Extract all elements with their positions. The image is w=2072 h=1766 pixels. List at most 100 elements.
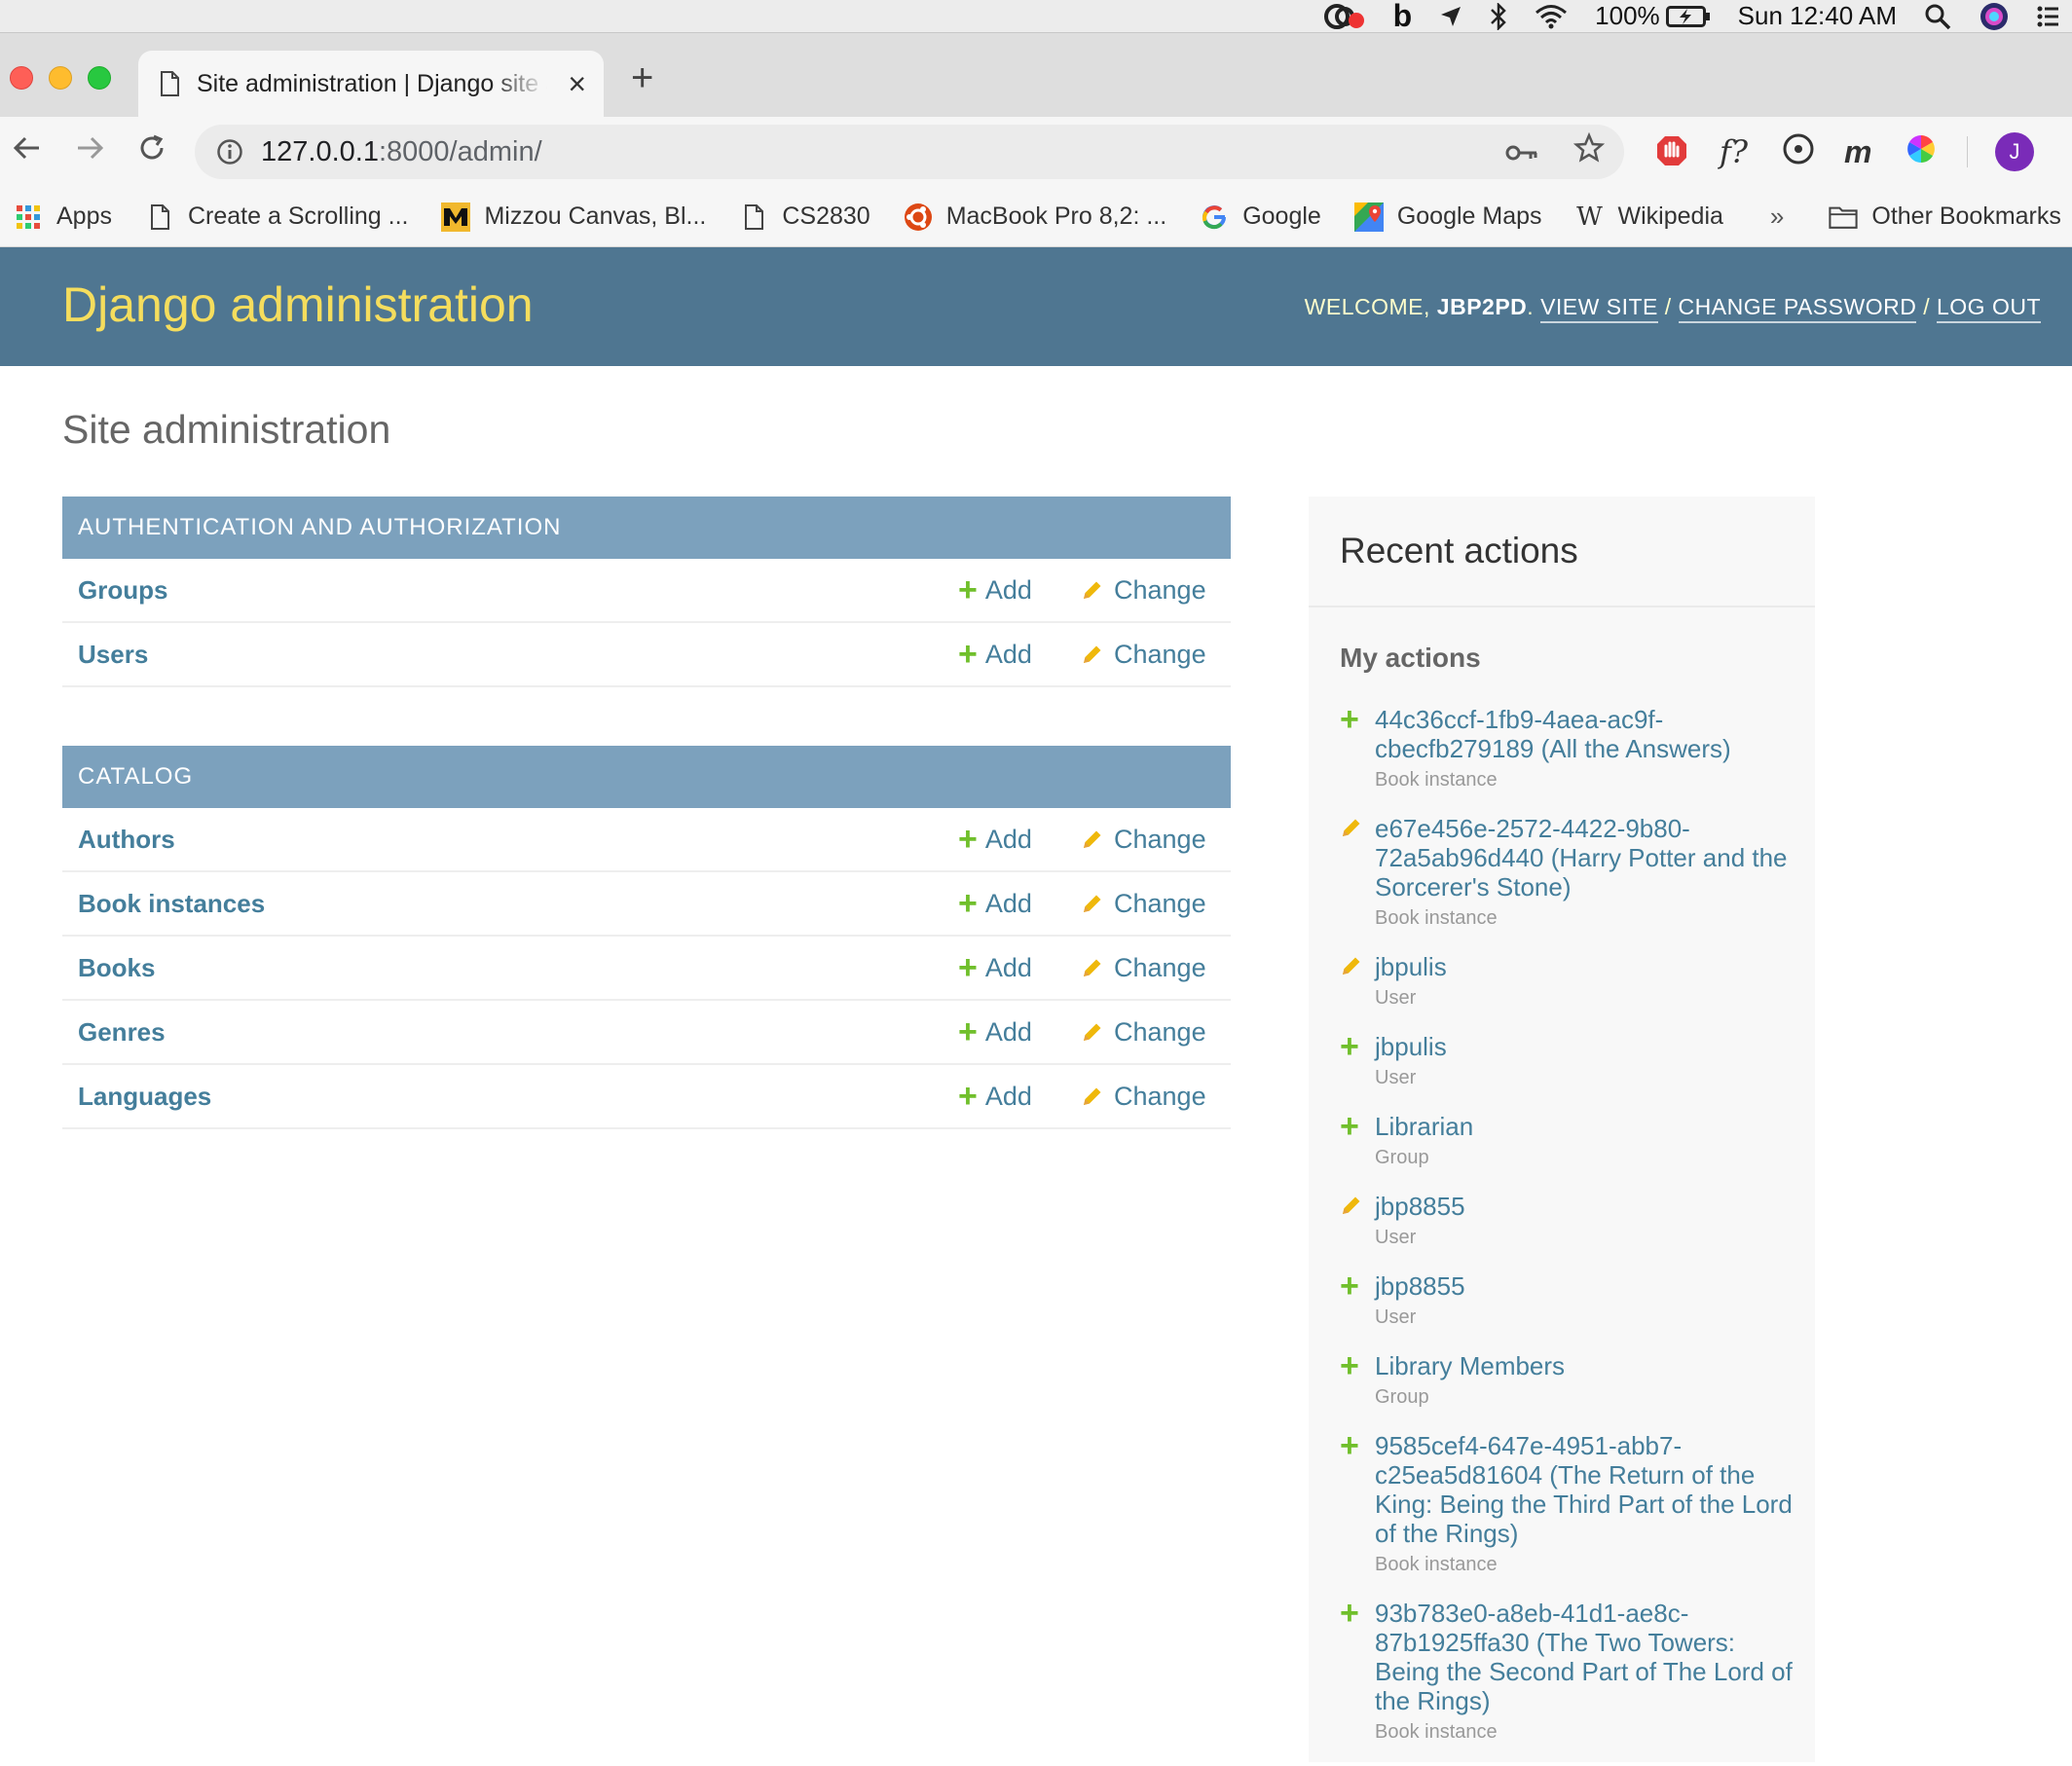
bookmarks-overflow-button[interactable]: » — [1770, 202, 1784, 232]
pencil-icon — [1340, 816, 1363, 844]
change-label: Change — [1114, 1016, 1206, 1047]
apps-grid-icon — [14, 202, 43, 232]
model-link-languages[interactable]: Languages — [78, 1082, 211, 1112]
app-module-auth: Authentication and Authorization Groups … — [62, 497, 1231, 687]
wifi-icon[interactable] — [1535, 0, 1568, 33]
add-authors-link[interactable]: + Add — [958, 823, 1032, 856]
site-info-icon[interactable] — [216, 138, 243, 166]
bookmark-create-scrolling[interactable]: Create a Scrolling ... — [145, 202, 408, 232]
add-users-link[interactable]: + Add — [958, 638, 1032, 671]
change-groups-link[interactable]: Change — [1081, 575, 1206, 606]
browser-tab-strip: Site administration | Django site admin … — [0, 33, 2072, 117]
change-books-link[interactable]: Change — [1081, 953, 1206, 983]
new-tab-button[interactable]: + — [631, 58, 653, 97]
bookmarks-bar: Apps Create a Scrolling ... Mizzou Canva… — [0, 187, 2072, 247]
site-branding[interactable]: Django administration — [62, 276, 534, 333]
recent-action-link[interactable]: jbpulis — [1375, 1032, 1797, 1061]
window-minimize-button[interactable] — [49, 66, 72, 90]
change-authors-link[interactable]: Change — [1081, 825, 1206, 855]
browser-tab-active[interactable]: Site administration | Django site admin … — [138, 51, 604, 117]
window-close-button[interactable] — [10, 66, 33, 90]
back-button[interactable] — [12, 132, 43, 172]
menubar-clock[interactable]: Sun 12:40 AM — [1738, 0, 1897, 33]
bookmark-google[interactable]: Google — [1200, 202, 1321, 232]
recent-action-link[interactable]: 44c36ccf-1fb9-4aea-ac9f-cbecfb279189 (Al… — [1375, 705, 1797, 763]
battery-percent: 100% — [1595, 1, 1660, 30]
recent-action-link[interactable]: jbpulis — [1375, 952, 1797, 981]
recent-action-type: User — [1375, 987, 1417, 1009]
view-site-link[interactable]: View site — [1540, 294, 1658, 323]
log-out-link[interactable]: Log out — [1936, 294, 2041, 323]
recent-action-link[interactable]: Library Members — [1375, 1351, 1797, 1380]
module-caption[interactable]: Catalog — [62, 746, 1231, 808]
add-label: Add — [984, 824, 1032, 854]
change-genres-link[interactable]: Change — [1081, 1017, 1206, 1048]
add-books-link[interactable]: + Add — [958, 951, 1032, 984]
recent-action-link[interactable]: jbp8855 — [1375, 1271, 1797, 1301]
password-key-icon[interactable] — [1505, 134, 1538, 170]
model-row-genres: Genres + Add Change — [62, 1001, 1231, 1065]
model-link-authors[interactable]: Authors — [78, 825, 175, 855]
recent-action-item: jbp8855 User — [1340, 1192, 1797, 1250]
add-groups-link[interactable]: + Add — [958, 573, 1032, 607]
tab-close-icon[interactable]: × — [568, 68, 586, 99]
add-genres-link[interactable]: + Add — [958, 1015, 1032, 1049]
forward-button[interactable] — [74, 132, 105, 172]
forward-arrow-icon — [78, 136, 104, 160]
m-extension-icon[interactable]: m — [1844, 132, 1871, 171]
wikipedia-icon: W — [1576, 202, 1603, 232]
fontface-extension-icon[interactable]: f? — [1720, 132, 1748, 171]
recent-action-link[interactable]: Librarian — [1375, 1112, 1797, 1141]
notification-center-icon[interactable] — [2037, 0, 2058, 33]
battery-status[interactable]: 100% — [1595, 0, 1711, 33]
url-text[interactable]: 127.0.0.1:8000/admin/ — [261, 136, 542, 168]
bookmark-apps[interactable]: Apps — [14, 202, 112, 232]
recent-action-link[interactable]: 93b783e0-a8eb-41d1-ae8c-87b1925ffa30 (Th… — [1375, 1599, 1797, 1715]
pencil-icon — [1081, 1085, 1104, 1108]
bookmark-label: CS2830 — [782, 202, 870, 230]
bookmark-label: MacBook Pro 8,2: ... — [945, 202, 1167, 230]
username: jbp2pd — [1436, 294, 1528, 319]
recent-action-link[interactable]: 9585cef4-647e-4951-abb7-c25ea5d81604 (Th… — [1375, 1431, 1797, 1548]
add-languages-link[interactable]: + Add — [958, 1077, 1032, 1115]
window-zoom-button[interactable] — [88, 66, 111, 90]
change-label: Change — [1114, 639, 1206, 669]
recent-action-link[interactable]: jbp8855 — [1375, 1192, 1797, 1221]
model-link-books[interactable]: Books — [78, 953, 155, 983]
model-link-groups[interactable]: Groups — [78, 575, 167, 606]
bookmark-cs2830[interactable]: CS2830 — [739, 202, 870, 232]
target-extension-icon[interactable] — [1782, 132, 1815, 174]
change-password-link[interactable]: Change password — [1678, 294, 1917, 323]
spotlight-search-icon[interactable] — [1924, 0, 1951, 33]
reload-button[interactable] — [136, 132, 167, 172]
change-users-link[interactable]: Change — [1081, 640, 1206, 670]
change-label: Change — [1114, 888, 1206, 918]
bookmark-google-maps[interactable]: Google Maps — [1353, 202, 1542, 232]
adblock-extension-icon[interactable] — [1655, 132, 1688, 176]
change-languages-link[interactable]: Change — [1081, 1082, 1206, 1112]
bookmark-star-icon[interactable] — [1572, 131, 1606, 171]
model-link-users[interactable]: Users — [78, 640, 148, 670]
bookmark-macbook-pro[interactable]: MacBook Pro 8,2: ... — [904, 202, 1167, 232]
recent-action-type: Book instance — [1375, 1721, 1498, 1743]
address-bar[interactable]: 127.0.0.1:8000/admin/ — [195, 125, 1624, 179]
add-icon: + — [1340, 1427, 1359, 1464]
model-row-groups: Groups + Add Change — [62, 559, 1231, 623]
add-icon: + — [958, 1077, 978, 1115]
creative-cloud-icon[interactable] — [1323, 0, 1366, 33]
color-wheel-extension-icon[interactable] — [1905, 132, 1938, 174]
add-book-instances-link[interactable]: + Add — [958, 887, 1032, 920]
pencil-icon — [1081, 956, 1104, 979]
bookmark-other-bookmarks[interactable]: Other Bookmarks — [1829, 202, 2061, 232]
recent-action-link[interactable]: e67e456e-2572-4422-9b80-72a5ab96d440 (Ha… — [1375, 814, 1797, 901]
module-caption[interactable]: Authentication and Authorization — [62, 497, 1231, 559]
siri-icon[interactable] — [1979, 0, 2010, 33]
bluetooth-icon[interactable] — [1490, 0, 1507, 33]
bookmark-mizzou-canvas[interactable]: Mizzou Canvas, Bl... — [441, 202, 706, 232]
change-book-instances-link[interactable]: Change — [1081, 889, 1206, 919]
bartender-icon[interactable]: b — [1393, 0, 1413, 33]
bookmark-wikipedia[interactable]: W Wikipedia — [1575, 202, 1723, 232]
model-link-book-instances[interactable]: Book instances — [78, 889, 265, 919]
profile-avatar[interactable]: J — [1995, 132, 2034, 171]
model-link-genres[interactable]: Genres — [78, 1017, 166, 1048]
